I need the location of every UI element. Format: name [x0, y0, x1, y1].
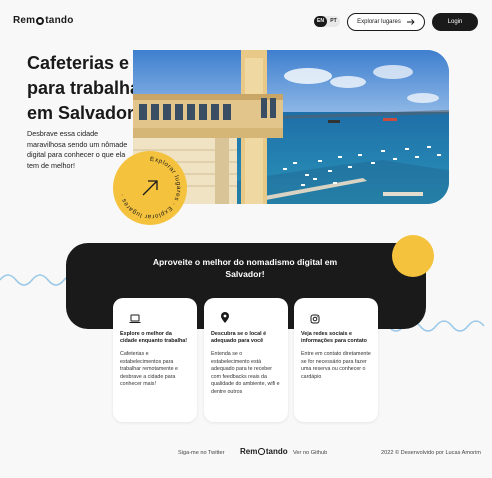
feature-card-title: Descubra se o local é adequado para você	[211, 331, 267, 344]
footer-logo[interactable]: Rem tando	[240, 447, 288, 456]
language-toggle[interactable]: EN PT	[314, 16, 340, 27]
feature-card-title: Explore o melhor da cidade enquanto trab…	[120, 331, 188, 344]
footer-logo-prefix: Rem	[240, 447, 258, 456]
feature-card-text: Entre em contato diretamente se for nece…	[301, 351, 371, 380]
twitter-link[interactable]: Siga-me no Twitter	[178, 450, 225, 456]
copyright-text: 2022 © Desenvolvido por Lucas Amorim	[381, 450, 481, 456]
footer: Siga-me no Twitter Rem tando Ver no Githu…	[0, 446, 492, 460]
logo[interactable]: Rem tando	[13, 15, 74, 26]
logo-prefix: Rem	[13, 15, 36, 26]
login-button[interactable]: Login	[432, 13, 478, 31]
explore-places-button[interactable]: Explorar lugares	[347, 13, 425, 31]
header: Rem tando EN PT Explorar lugares Login	[0, 0, 492, 44]
lang-pt[interactable]: PT	[327, 16, 340, 27]
footer-logo-o-icon	[258, 448, 265, 455]
explore-badge[interactable]: Explorar lugares · Explorar lugares ·	[107, 149, 193, 227]
logo-suffix: tando	[45, 15, 74, 26]
laptop-icon	[120, 311, 190, 323]
explore-places-label: Explorar lugares	[357, 19, 401, 25]
feature-card: Explore o melhor da cidade enquanto trab…	[113, 298, 197, 422]
logo-o-icon	[36, 16, 45, 25]
sun-decoration	[392, 235, 434, 277]
location-pin-icon	[211, 311, 281, 323]
login-label: Login	[447, 19, 463, 25]
feature-card: Veja redes sociais e informações para co…	[294, 298, 378, 422]
feature-card-text: Entenda se o estabelecimento está adequa…	[211, 351, 280, 395]
arrow-right-icon	[406, 19, 415, 25]
features-title: Aproveite o melhor do nomadismo digital …	[152, 257, 338, 279]
github-link[interactable]: Ver no Github	[293, 450, 327, 456]
instagram-icon	[301, 311, 371, 324]
lang-en[interactable]: EN	[314, 16, 327, 27]
feature-card-title: Veja redes sociais e informações para co…	[301, 331, 367, 344]
feature-card: Descubra se o local é adequado para você…	[204, 298, 288, 422]
feature-card-text: Cafeterias e estabelecimentos para traba…	[120, 351, 179, 388]
footer-logo-suffix: tando	[265, 447, 288, 456]
